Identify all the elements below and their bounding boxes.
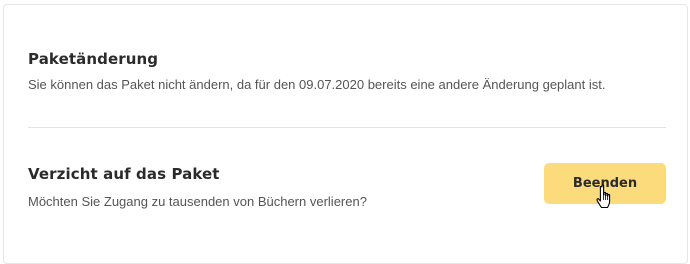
cancel-package-title: Verzicht auf das Paket [28,165,220,183]
hand-pointer-icon [596,184,611,209]
cancel-package-description: Möchten Sie Zugang zu tausenden von Büch… [28,194,367,209]
package-change-description: Sie können das Paket nicht ändern, da fü… [28,77,606,92]
section-divider [28,127,666,128]
package-change-title: Paketänderung [28,50,159,68]
settings-card: Paketänderung Sie können das Paket nicht… [3,4,688,264]
